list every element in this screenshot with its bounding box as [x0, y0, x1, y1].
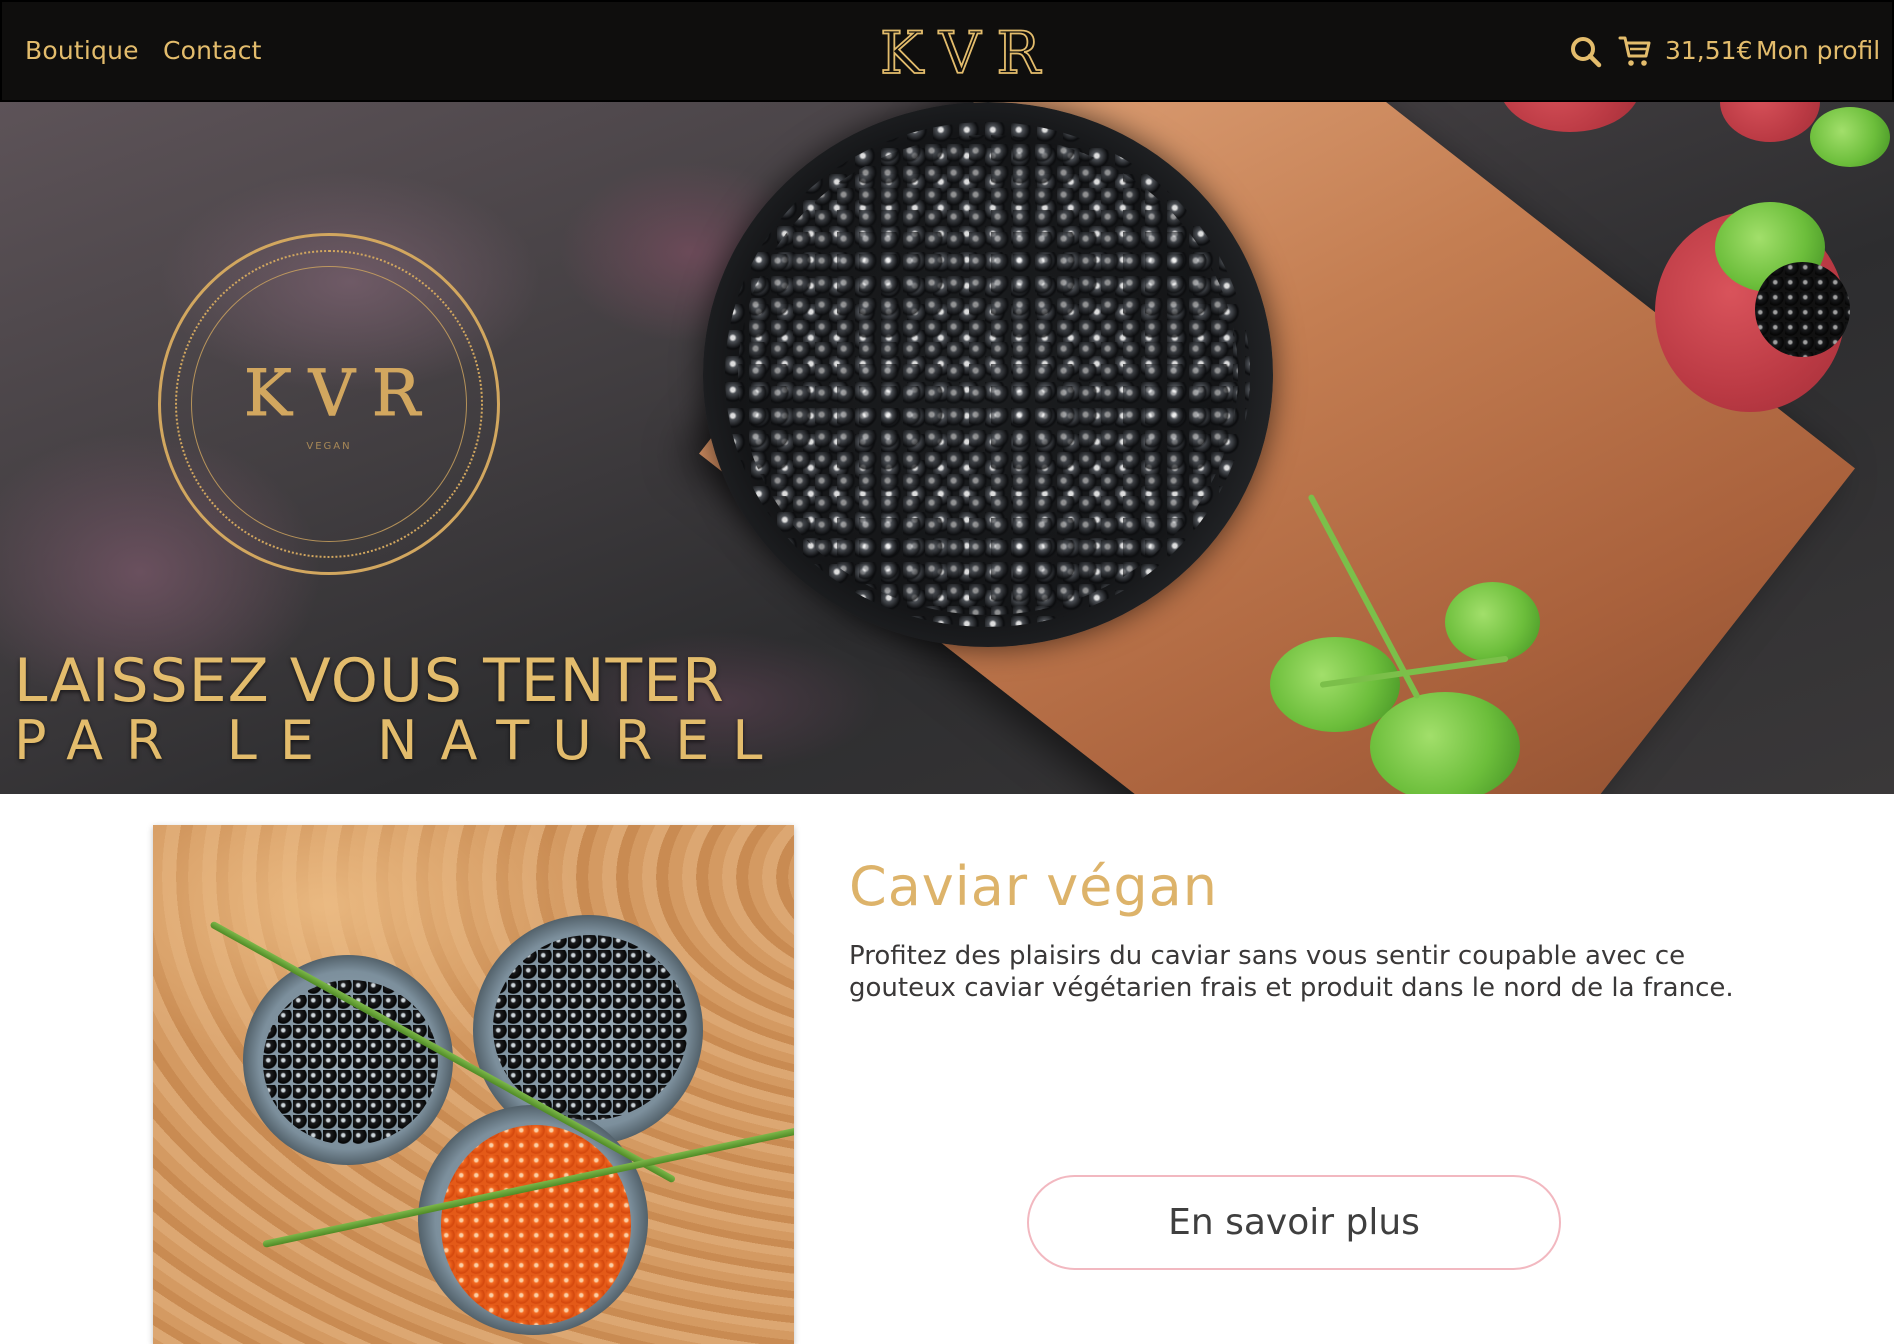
cracker-image [1500, 102, 1640, 132]
nav-link-contact[interactable]: Contact [163, 36, 262, 65]
parsley-image [1445, 582, 1540, 662]
hero-headline-line1: LAISSEZ VOUS TENTER [14, 646, 725, 716]
nav-link-boutique[interactable]: Boutique [25, 36, 139, 65]
learn-more-button[interactable]: En savoir plus [1027, 1175, 1561, 1270]
cracker-image [1720, 102, 1820, 142]
top-navigation: Boutique Contact K V R 31,51€ Mon profil [0, 0, 1894, 102]
product-description: Profitez des plaisirs du caviar sans vou… [849, 941, 1734, 1003]
kvr-seal-logo: K V R VEGAN [158, 233, 500, 575]
hero-banner: K V R VEGAN LAISSEZ VOUS TENTER PAR LE N… [0, 102, 1894, 794]
seal-letter-r: R [371, 357, 420, 431]
logo-letter-v: V [938, 19, 982, 87]
seal-letters: K V R [244, 357, 421, 431]
logo-letter-r: R [995, 19, 1040, 87]
search-icon[interactable] [1570, 36, 1602, 72]
profile-link[interactable]: Mon profil [1756, 36, 1880, 65]
product-title: Caviar végan [849, 855, 1218, 918]
product-image[interactable] [153, 825, 794, 1344]
caviar-pearls-image [738, 135, 1238, 615]
caviar-topping-image [1755, 262, 1850, 357]
parsley-image [1810, 107, 1890, 167]
cart-icon[interactable] [1618, 34, 1652, 72]
seal-subtext: VEGAN [306, 441, 352, 452]
cart-total[interactable]: 31,51€ [1665, 36, 1752, 65]
orange-roe-image [441, 1125, 631, 1325]
parsley-image [1370, 692, 1520, 794]
logo-letter-k: K [879, 19, 924, 87]
hero-headline-line2: PAR LE NATUREL [14, 709, 786, 772]
seal-letter-v: V [308, 357, 355, 431]
seal-letter-k: K [244, 357, 293, 431]
brand-logo[interactable]: K V R [879, 19, 1041, 87]
